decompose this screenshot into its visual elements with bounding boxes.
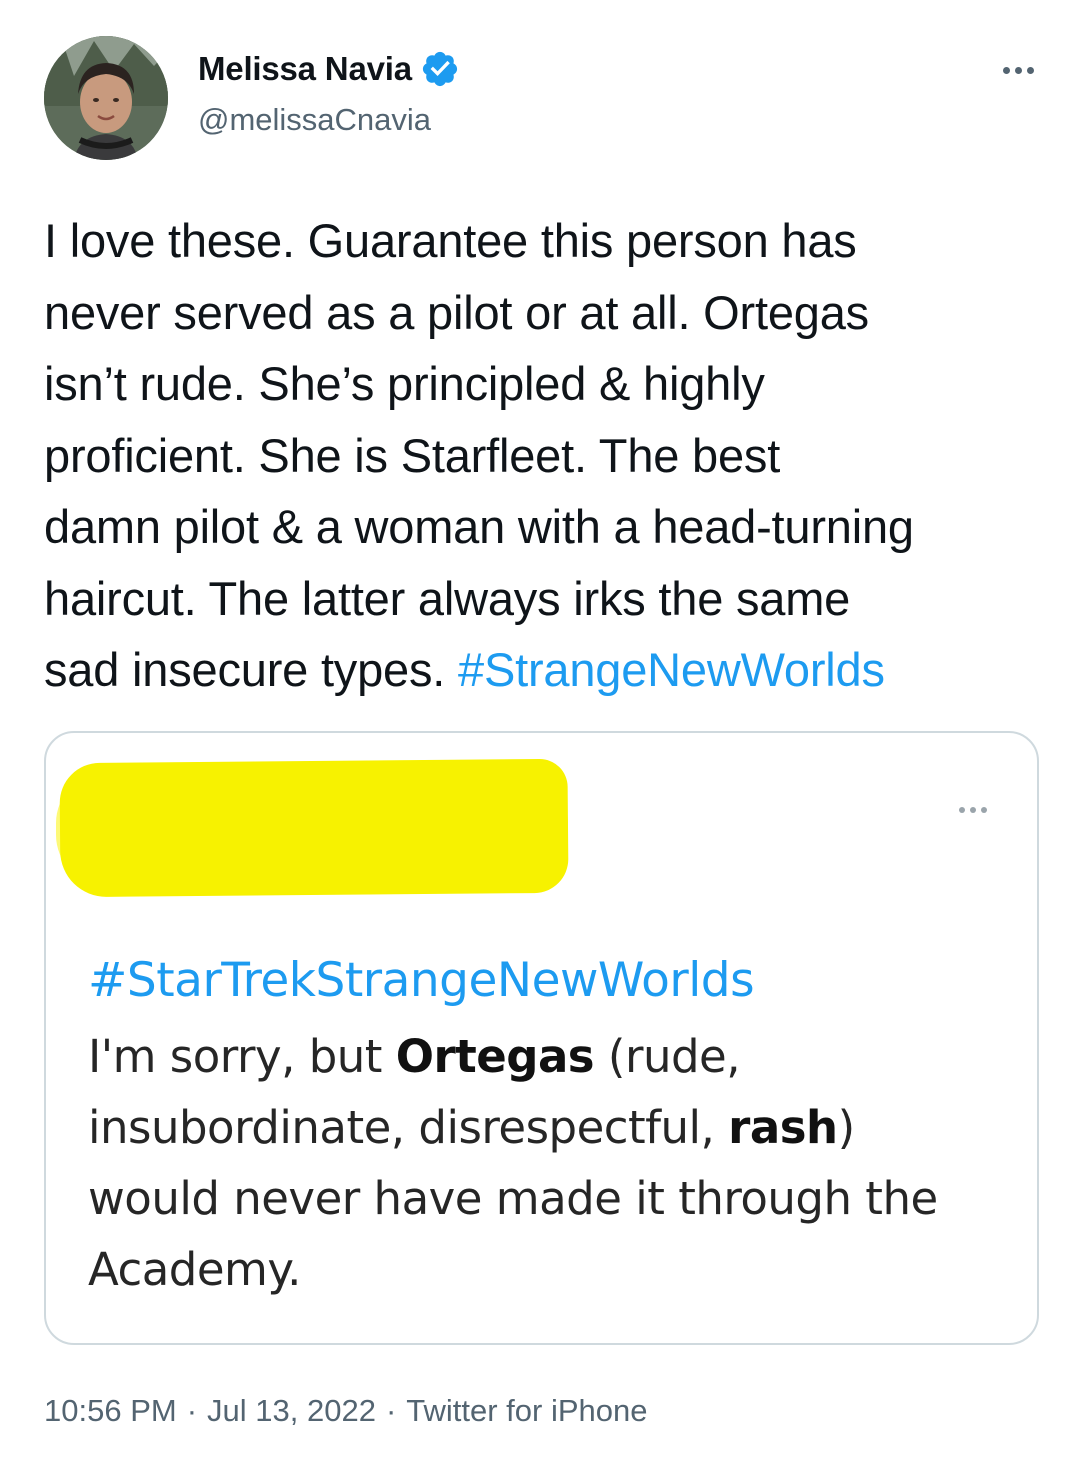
tweet-line: damn pilot & a woman with a head-turning [44,500,914,553]
tweet-meta: 10:56 PM · Jul 13, 2022 · Twitter for iP… [44,1393,648,1429]
quoted-text-part: would never have made it through the [88,1172,938,1225]
meta-separator: · [385,1393,397,1428]
avatar[interactable] [44,36,168,160]
tweet-text: I love these. Guarantee this person has … [44,205,1054,706]
hashtag-link[interactable]: #StrangeNewWorlds [458,643,885,696]
verified-badge-icon [420,49,460,89]
tweet-line: never served as a pilot or at all. Orteg… [44,285,869,339]
quoted-text-part: I'm sorry, but [88,1030,396,1083]
tweet-line: sad insecure types. [44,643,458,696]
quoted-text-part: ) [837,1101,856,1154]
tweet-time[interactable]: 10:56 PM [44,1393,177,1429]
tweet-line: haircut. The latter always irks the same [44,571,851,625]
tweet: Melissa Navia @melissaCnavia I love thes… [0,0,1080,1465]
tweet-date[interactable]: Jul 13, 2022 [207,1393,376,1429]
quoted-text-bold: Ortegas [395,1030,595,1083]
author-name-text: Melissa Navia [198,50,412,87]
more-options-icon[interactable] [996,50,1040,90]
author-handle[interactable]: @melissaCnavia [198,102,431,138]
avatar-photo-icon [44,36,168,160]
tweet-line: isn’t rude. She’s principled & highly [44,357,765,410]
tweet-source[interactable]: Twitter for iPhone [406,1393,647,1429]
redaction-highlight [59,758,569,898]
quoted-hashtag: #StarTrekStrangeNewWorlds [88,953,755,1008]
meta-separator: · [186,1393,198,1428]
quoted-text-part: insubordinate, disrespectful, [88,1101,729,1154]
quoted-text-bold: rash [728,1101,838,1154]
attached-image[interactable]: #StarTrekStrangeNewWorlds I'm sorry, but… [44,731,1039,1345]
quoted-text-part: Academy. [88,1243,301,1296]
quoted-text: I'm sorry, but Ortegas (rude, insubordin… [88,1021,1018,1305]
author-name[interactable]: Melissa Navia [198,49,460,89]
tweet-line: proficient. She is Starfleet. The best [44,428,781,482]
quote-more-options-icon [959,807,987,813]
tweet-line: I love these. Guarantee this person has [44,214,857,267]
quoted-text-part: (rude, [594,1030,741,1083]
